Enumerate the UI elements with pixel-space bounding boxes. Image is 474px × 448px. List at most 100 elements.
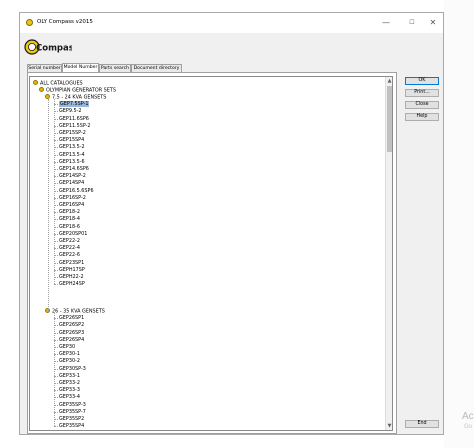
- tree-leaf-item[interactable]: GEP26SP1: [59, 315, 84, 321]
- tab-serial-number[interactable]: Serial number: [27, 64, 62, 72]
- tree-leaf-item[interactable]: GEP13.5-4: [59, 152, 85, 158]
- tree-connector: [54, 325, 58, 327]
- tree-leaf-item[interactable]: GEP20SP01: [59, 231, 87, 237]
- tree-leaf-item[interactable]: GEP18-6: [59, 224, 80, 230]
- end-button[interactable]: End: [405, 420, 439, 428]
- tree-leaf-item[interactable]: GEP13.5-6: [59, 159, 85, 165]
- tree-connector: [54, 111, 58, 113]
- tree-connector: [54, 361, 58, 363]
- tree-leaf-label: GEP7.5SP-1: [59, 101, 90, 108]
- title-bar[interactable]: OLY Compass v2015 — ☐ ✕: [20, 13, 443, 33]
- tree-leaf-item[interactable]: GEP18-4: [59, 216, 80, 222]
- scroll-down-icon[interactable]: ▼: [386, 422, 392, 430]
- tree-leaf-item[interactable]: GEP14.6SP6: [59, 166, 89, 172]
- tree-leaf-item[interactable]: GEP18-2: [59, 209, 80, 215]
- tree-leaf-item[interactable]: GEP30SP-3: [59, 366, 86, 372]
- catalogue-tree[interactable]: ALL CATALOGUES OLYMPIAN GENERATOR SETS 7…: [29, 76, 393, 431]
- tree-leaf-item[interactable]: GEP26SP4: [59, 337, 84, 343]
- tree-leaf-item[interactable]: GEP11.6SP6: [59, 116, 89, 122]
- tree-leaf-label: GEP30: [59, 344, 76, 350]
- tree-leaf-item[interactable]: GEP15SP4: [59, 137, 84, 143]
- tree-leaf-item[interactable]: GEP30-1: [59, 351, 80, 357]
- tree-leaf-label: GEP26SP1: [59, 315, 85, 322]
- tree-leaf-item[interactable]: GEP35SP4: [59, 423, 84, 429]
- tree-leaf-label: GEP15SP4: [59, 137, 85, 144]
- tree-leaf-label: GEP15SP-2: [59, 130, 86, 136]
- tree-node-root[interactable]: ALL CATALOGUES: [33, 80, 83, 87]
- tree-leaf-item[interactable]: GEP26SP3: [59, 330, 84, 336]
- tree-connector: [54, 176, 58, 178]
- tree-leaf-label: GEP9.5-2: [59, 108, 82, 115]
- ok-button[interactable]: OK: [405, 77, 439, 85]
- tree-connector: [54, 147, 58, 149]
- tree-leaf-item[interactable]: GEP33-2: [59, 380, 80, 386]
- tree-connector: [54, 269, 58, 271]
- tree-leaf-label: GEP14SP4: [59, 180, 85, 187]
- tab-model-number[interactable]: Model Number: [62, 63, 99, 72]
- tree-leaf-item[interactable]: GEP15SP-2: [59, 130, 86, 136]
- tree-connector: [54, 313, 55, 427]
- tree-leaf-item[interactable]: GEPH22-2: [59, 274, 84, 280]
- tree-leaf-item[interactable]: GEP13.5-2: [59, 144, 85, 150]
- tree-leaf-label: GEPH24SP: [59, 281, 85, 288]
- tree-leaf-item[interactable]: GEP35SP2: [59, 416, 84, 422]
- folder-icon: [39, 87, 44, 92]
- maximize-button[interactable]: ☐: [404, 16, 420, 29]
- tree-connector: [54, 277, 58, 278]
- tree-leaf-item[interactable]: GEP14SP-2: [59, 173, 86, 179]
- tab-document-directory[interactable]: Document directory: [131, 64, 182, 72]
- tree-leaf-item[interactable]: GEP35SP-7: [59, 409, 86, 415]
- tree-leaf-item[interactable]: GEP16SP4: [59, 202, 84, 208]
- tree-connector: [54, 219, 58, 221]
- tree-leaf-item[interactable]: GEP7.5SP-1: [59, 101, 90, 108]
- tree-leaf-label: GEP14SP-2: [59, 173, 86, 180]
- tree-leaf-item[interactable]: GEP30-2: [59, 358, 80, 364]
- tree-leaf-item[interactable]: GEP22-6: [59, 252, 80, 258]
- tree-connector: [54, 339, 58, 341]
- tree-leaf-item[interactable]: GEP30: [59, 344, 75, 350]
- tree-leaf-item[interactable]: GEP35SP-3: [59, 402, 86, 408]
- help-button[interactable]: Help: [405, 113, 439, 121]
- tree-leaf-label: GEP11.5SP-2: [59, 122, 91, 129]
- tree-connector: [54, 332, 58, 334]
- tree-connector: [54, 426, 58, 428]
- tab-parts-search[interactable]: Parts search: [99, 64, 131, 72]
- tree-connector: [54, 248, 58, 250]
- tree-leaf-item[interactable]: GEP16.5.6SP6: [59, 188, 94, 194]
- tree-leaf-item[interactable]: GEP22-4: [59, 245, 80, 251]
- tree-leaf-item[interactable]: GEPH24SP: [59, 281, 85, 287]
- tree-leaf-label: GEP33-4: [59, 394, 80, 401]
- tree-leaf-label: GEP18-6: [59, 223, 80, 230]
- tree-leaf-item[interactable]: GEP33-1: [59, 373, 80, 379]
- tree-node-group[interactable]: OLYMPIAN GENERATOR SETS: [39, 87, 116, 94]
- tree-connector: [54, 241, 58, 242]
- close-button[interactable]: Close: [405, 101, 439, 109]
- tree-connector: [54, 169, 58, 170]
- tree-leaf-item[interactable]: GEP26SP2: [59, 322, 84, 328]
- tree-leaf-item[interactable]: GEPH17SP: [59, 267, 85, 273]
- tree-leaf-label: GEP22-2: [59, 238, 80, 244]
- minimize-button[interactable]: —: [378, 16, 394, 29]
- tree-leaf-label: GEP23SP1: [59, 259, 85, 266]
- tree-connector: [54, 183, 58, 185]
- tree-leaf-item[interactable]: GEP11.5SP-2: [59, 123, 91, 129]
- tree-leaf-item[interactable]: GEP9.5-2: [59, 108, 81, 114]
- print-button[interactable]: Print...: [405, 89, 439, 97]
- tree-leaf-item[interactable]: GEP14SP4: [59, 180, 84, 186]
- tree-leaf-label: GEP22-4: [59, 245, 80, 252]
- tree-connector: [54, 104, 58, 106]
- tree-leaf-item[interactable]: GEP33-4: [59, 394, 80, 400]
- tree-leaf-item[interactable]: GEP33-3: [59, 387, 80, 393]
- tree-scrollbar[interactable]: ▲ ▼: [385, 77, 392, 430]
- close-window-button[interactable]: ✕: [425, 16, 441, 29]
- tree-connector: [54, 375, 58, 377]
- tree-connector: [54, 133, 58, 134]
- tree-leaf-label: GEP16SP4: [59, 202, 85, 208]
- scroll-up-icon[interactable]: ▲: [386, 77, 392, 85]
- tree-connector: [54, 255, 58, 257]
- tree-leaf-item[interactable]: GEP23SP1: [59, 260, 84, 266]
- tree-leaf-item[interactable]: GEP22-2: [59, 238, 80, 244]
- tree-connector: [54, 190, 58, 192]
- scroll-thumb[interactable]: [387, 86, 392, 152]
- tree-leaf-item[interactable]: GEP16SP-2: [59, 195, 86, 201]
